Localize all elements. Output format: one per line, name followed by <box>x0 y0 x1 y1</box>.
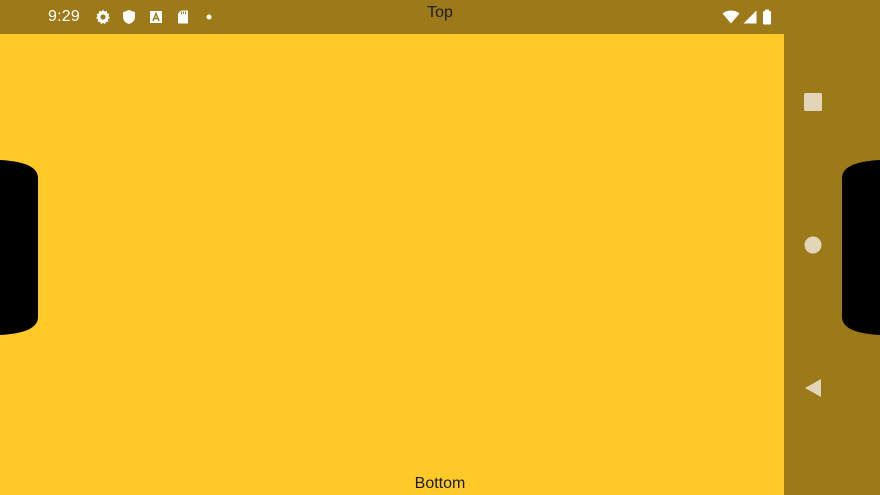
app-content <box>0 34 784 495</box>
home-button[interactable] <box>798 232 828 262</box>
status-bar: 9:29 Top <box>0 0 880 34</box>
back-icon <box>804 378 822 403</box>
display-cutout-right <box>840 160 880 335</box>
display-cutout-left <box>0 160 40 335</box>
top-label: Top <box>427 4 453 21</box>
recents-button[interactable] <box>798 89 828 119</box>
back-button[interactable] <box>798 375 828 405</box>
recents-icon <box>804 92 822 116</box>
bottom-label: Bottom <box>414 475 466 492</box>
home-icon <box>804 236 822 259</box>
